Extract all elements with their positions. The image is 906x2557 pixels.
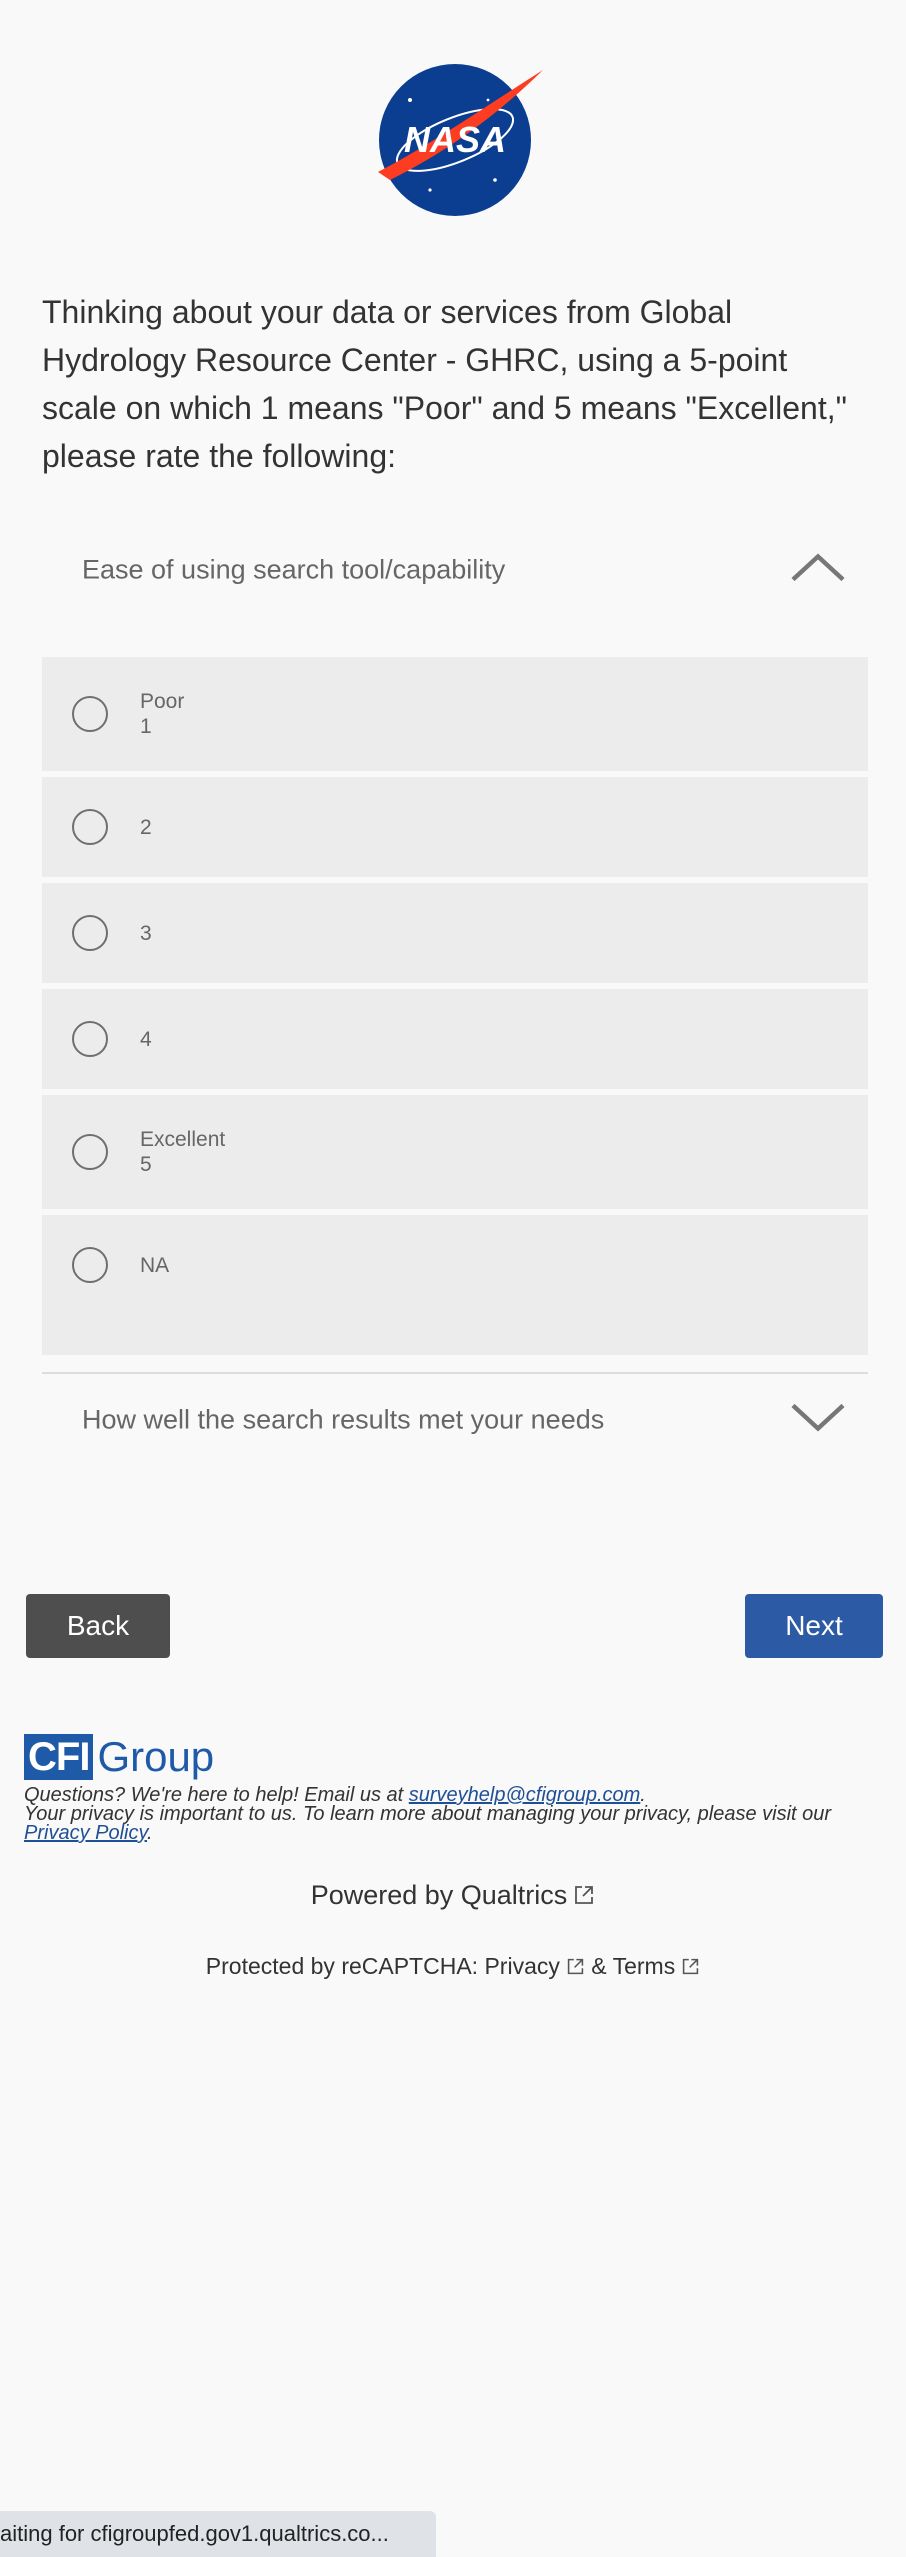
chevron-up-icon[interactable] [790, 553, 846, 588]
footer-help-text: Questions? We're here to help! Email us … [24, 1784, 832, 1844]
radio-button[interactable] [72, 696, 108, 732]
cfi-logo-word: Group [97, 1733, 215, 1780]
chevron-down-icon[interactable] [790, 1403, 846, 1438]
accordion-header-search-results[interactable]: How well the search results met your nee… [42, 1380, 868, 1460]
external-link-icon [681, 1955, 700, 1982]
recaptcha-terms-link[interactable]: Terms [613, 1953, 676, 1979]
radio-button[interactable] [72, 809, 108, 845]
cfi-logo-box: CFI [24, 1734, 94, 1780]
nasa-logo: NASA [360, 60, 550, 220]
choice-poor-1[interactable]: Poor 1 [42, 657, 868, 771]
choice-label: Poor 1 [140, 690, 185, 738]
cfi-group-logo: CFI Group [24, 1733, 214, 1781]
question-text: Thinking about your data or services fro… [42, 294, 847, 474]
powered-by-text[interactable]: Powered by Qualtrics [311, 1880, 568, 1910]
accordion-divider [42, 1372, 868, 1374]
powered-by-qualtrics[interactable]: Powered by Qualtrics [0, 1880, 906, 1913]
choice-label: NA [140, 1254, 170, 1277]
next-button[interactable]: Next [745, 1594, 883, 1658]
choice-label: Excellent 5 [140, 1128, 226, 1176]
accordion-header-ease-of-search[interactable]: Ease of using search tool/capability [42, 530, 868, 610]
nasa-meatball-icon: NASA [378, 64, 543, 216]
choice-4[interactable]: 4 [42, 989, 868, 1089]
choice-na[interactable]: NA [42, 1215, 868, 1355]
browser-status-bar: aiting for cfigroupfed.gov1.qualtrics.co… [0, 2511, 436, 2557]
choice-2[interactable]: 2 [42, 777, 868, 877]
choice-3[interactable]: 3 [42, 883, 868, 983]
external-link-icon [566, 1955, 585, 1982]
radio-button[interactable] [72, 1134, 108, 1170]
radio-button[interactable] [72, 1247, 108, 1283]
accordion-label: How well the search results met your nee… [82, 1404, 605, 1435]
choice-label: 2 [140, 816, 152, 839]
rating-choices: Poor 1 2 3 4 Excellent 5 NA [42, 657, 868, 1361]
radio-button[interactable] [72, 915, 108, 951]
privacy-policy-link[interactable]: Privacy Policy [24, 1822, 147, 1844]
accordion-label: Ease of using search tool/capability [82, 554, 506, 585]
choice-excellent-5[interactable]: Excellent 5 [42, 1095, 868, 1209]
radio-button[interactable] [72, 1021, 108, 1057]
recaptcha-notice: Protected by reCAPTCHA: Privacy & Terms [0, 1953, 906, 1982]
nasa-logo-text: NASA [404, 119, 506, 160]
back-button[interactable]: Back [26, 1594, 170, 1658]
external-link-icon [573, 1882, 595, 1913]
choice-label: 3 [140, 922, 152, 945]
recaptcha-privacy-link[interactable]: Privacy [484, 1953, 559, 1979]
choice-label: 4 [140, 1028, 152, 1051]
